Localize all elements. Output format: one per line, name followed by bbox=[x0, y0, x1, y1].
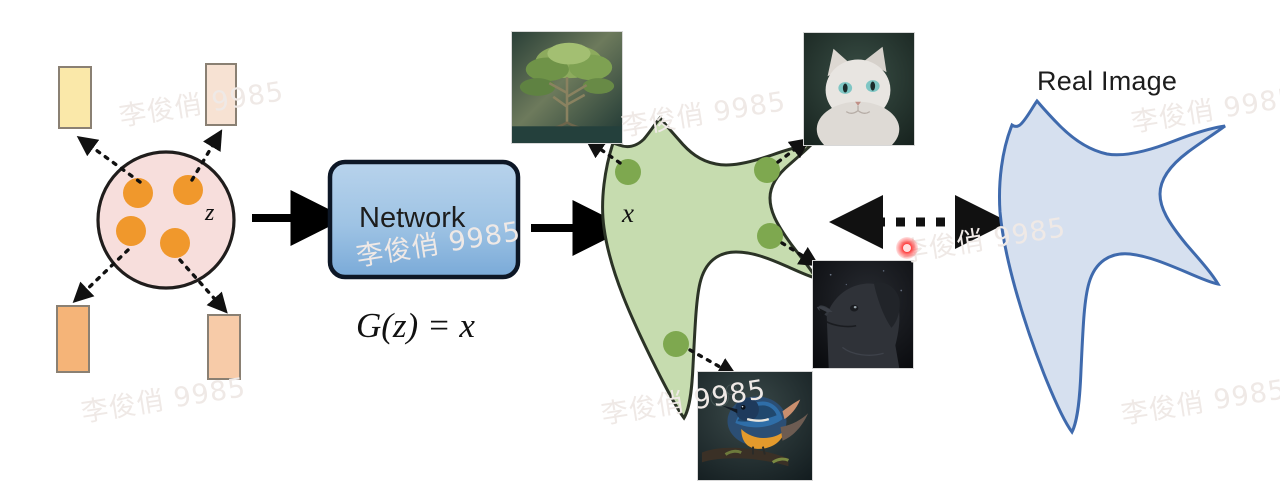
sample-rect-top-right bbox=[205, 63, 237, 126]
generated-dot-bird bbox=[663, 331, 689, 357]
thumbnail-bird bbox=[697, 371, 813, 481]
generated-link-bird bbox=[688, 348, 738, 378]
laser-pointer-cursor bbox=[896, 237, 918, 259]
sample-rect-bottom-left bbox=[56, 305, 90, 373]
latent-symbol-label: z bbox=[205, 200, 215, 226]
latent-dot-3 bbox=[116, 216, 146, 246]
generated-dot-cat bbox=[754, 157, 780, 183]
thumbnail-dog bbox=[812, 260, 914, 369]
thumbnail-cat bbox=[803, 32, 915, 146]
sample-rect-bottom-right bbox=[207, 314, 241, 380]
generated-dot-dog bbox=[757, 223, 783, 249]
latent-link-bottom-left bbox=[72, 248, 130, 304]
real-image-label: Real Image bbox=[1037, 66, 1178, 96]
thumbnail-tree bbox=[511, 31, 623, 144]
latent-dot-2 bbox=[173, 175, 203, 205]
real-space-blob bbox=[998, 98, 1226, 435]
latent-dot-4 bbox=[160, 228, 190, 258]
real-space-group bbox=[998, 98, 1226, 435]
sample-rect-top-left bbox=[58, 66, 92, 129]
diagram-canvas: Real Image Network G(z) = x z x 李俊俏 9985… bbox=[0, 0, 1280, 501]
generator-equation-label: G(z) = x bbox=[356, 306, 475, 345]
network-label: Network bbox=[359, 202, 466, 234]
generated-symbol-label: x bbox=[622, 198, 634, 228]
